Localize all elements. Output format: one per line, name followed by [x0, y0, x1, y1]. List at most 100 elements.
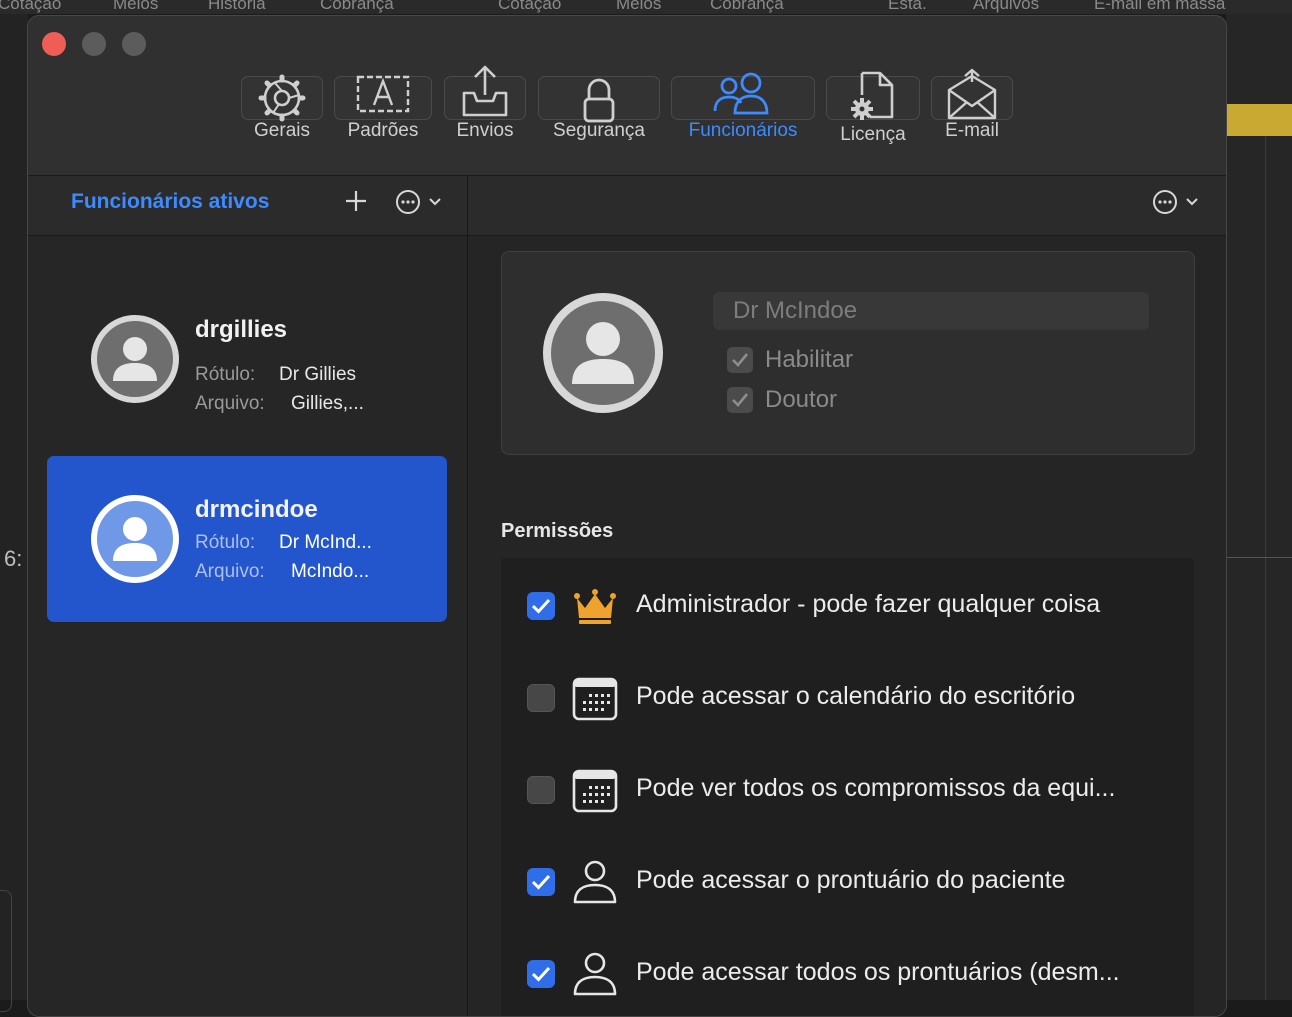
tab-label: Envios: [456, 120, 514, 141]
tab-gerais[interactable]: Gerais: [241, 74, 323, 142]
doctor-label: Doutor: [765, 386, 838, 413]
tab-label: Funcionários: [688, 120, 798, 141]
background-tab: Cotação: [0, 0, 62, 13]
checkmark-icon: [732, 353, 749, 367]
background-tab: Arquivos: [973, 0, 1040, 13]
permission-checkbox[interactable]: [527, 868, 555, 896]
background-highlight: [1226, 104, 1292, 136]
permission-label: Pode acessar todos os prontuários (desm.…: [636, 958, 1120, 986]
background-tab: Cobrança: [710, 0, 784, 13]
employee-row-drgillies[interactable]: drgillies Rótulo: Dr Gillies Arquivo: Gi…: [47, 276, 447, 442]
enable-checkbox-row[interactable]: Habilitar: [727, 346, 853, 374]
enable-label: Habilitar: [765, 346, 854, 373]
sidebar-title: Funcionários ativos: [71, 190, 270, 213]
background-tab: Cotação: [498, 0, 562, 13]
employee-label-value: Dr McInd...: [279, 532, 372, 553]
background-divider: [1226, 557, 1292, 558]
permission-label: Pode ver todos os compromissos da equi..…: [636, 774, 1116, 802]
permission-label: Pode acessar o prontuário do paciente: [636, 866, 1066, 894]
employee-username: drgillies: [195, 316, 288, 343]
permission-row[interactable]: Pode ver todos os compromissos da equi..…: [501, 742, 1194, 834]
employee-label-caption: Rótulo:: [195, 532, 256, 553]
permission-checkbox[interactable]: [527, 684, 555, 712]
crown-icon: [574, 589, 616, 624]
tab-label: E-mail: [945, 120, 999, 141]
tab-label: Padrões: [347, 120, 419, 141]
permission-label: Administrador - pode fazer qualquer cois…: [636, 590, 1101, 618]
background-tab: Cobrança: [320, 0, 394, 13]
background-tab-bar: Cotação Meios História Cobrança Cotação …: [0, 0, 1292, 14]
envelope-icon: [947, 68, 997, 120]
employee-file-caption: Arquivo:: [195, 393, 265, 414]
text-template-icon: [356, 75, 410, 113]
checkmark-icon: [531, 598, 551, 614]
permission-checkbox[interactable]: [527, 960, 555, 988]
minimize-window-button[interactable]: [82, 32, 106, 56]
permissions-list: Administrador - pode fazer qualquer cois…: [501, 558, 1194, 1016]
tab-seguranca[interactable]: Segurança: [538, 76, 660, 142]
background-divider: [1265, 136, 1266, 1000]
license-document-icon: [851, 71, 894, 120]
background-control: [0, 890, 12, 1012]
sidebar-more-menu-button[interactable]: [395, 189, 445, 217]
background-panel: [0, 14, 28, 1000]
permission-checkbox[interactable]: [527, 776, 555, 804]
employee-profile-card: Habilitar Doutor: [501, 251, 1195, 455]
avatar-icon: [91, 495, 179, 583]
people-icon: [713, 72, 769, 115]
permission-row[interactable]: Pode acessar o calendário do escritório: [501, 650, 1194, 742]
upload-tray-icon: [462, 65, 508, 117]
preferences-window: Gerais Padrões Envios Segurança Funcioná…: [27, 15, 1227, 1017]
avatar-icon: [91, 315, 179, 403]
background-tab: Meios: [616, 0, 662, 13]
background-panel: [1226, 14, 1292, 1000]
tab-label: Segurança: [553, 120, 645, 141]
employee-file-value: Gillies,...: [291, 393, 364, 414]
permission-row[interactable]: Administrador - pode fazer qualquer cois…: [501, 558, 1194, 650]
doctor-checkbox[interactable]: [727, 387, 753, 413]
employee-username: drmcindoe: [195, 496, 318, 523]
tab-email[interactable]: E-mail: [931, 68, 1013, 142]
zoom-window-button[interactable]: [122, 32, 146, 56]
detail-header: [468, 176, 1226, 236]
tab-label: Licença: [840, 124, 906, 145]
permission-label: Pode acessar o calendário do escritório: [636, 682, 1076, 710]
employee-file-value: McIndo...: [291, 561, 370, 582]
person-icon: [573, 860, 617, 904]
doctor-checkbox-row[interactable]: Doutor: [727, 386, 837, 414]
gear-icon: [258, 74, 306, 122]
checkmark-icon: [531, 874, 551, 890]
sidebar-header: Funcionários ativos: [28, 176, 467, 236]
background-tab: E-mail em massa: [1094, 0, 1226, 13]
calendar-icon: [572, 677, 618, 721]
tab-padroes[interactable]: Padrões: [334, 75, 432, 142]
tab-licenca[interactable]: Licença: [826, 71, 920, 146]
background-tab: Meios: [113, 0, 159, 13]
permission-checkbox[interactable]: [527, 592, 555, 620]
permissions-title: Permissões: [501, 520, 614, 542]
checkmark-icon: [531, 966, 551, 982]
enable-checkbox[interactable]: [727, 347, 753, 373]
employee-sidebar: Funcionários ativos drgillies Rótulo: Dr…: [28, 176, 468, 1016]
tab-envios[interactable]: Envios: [444, 65, 526, 142]
background-text: 6:: [4, 546, 23, 571]
background-tab: História: [208, 0, 266, 13]
employee-name-field[interactable]: [713, 292, 1149, 330]
permission-row[interactable]: Pode acessar todos os prontuários (desm.…: [501, 926, 1194, 1016]
toolbar: Gerais Padrões Envios Segurança Funcioná…: [28, 16, 1226, 176]
calendar-icon: [572, 769, 618, 813]
checkmark-icon: [732, 393, 749, 407]
avatar-icon[interactable]: [542, 292, 664, 414]
employee-detail-pane: Habilitar Doutor Permissões: [468, 176, 1226, 1016]
employee-row-drmcindoe[interactable]: drmcindoe Rótulo: Dr McInd... Arquivo: M…: [47, 456, 447, 622]
person-icon: [573, 952, 617, 996]
add-employee-button[interactable]: [345, 190, 367, 212]
employee-label-caption: Rótulo:: [195, 364, 256, 385]
permission-row[interactable]: Pode acessar o prontuário do paciente: [501, 834, 1194, 926]
tab-label: Gerais: [254, 120, 310, 141]
detail-more-menu-button[interactable]: [1152, 189, 1202, 217]
background-tab: Esta.: [888, 0, 927, 13]
employee-file-caption: Arquivo:: [195, 561, 265, 582]
tab-funcionarios[interactable]: Funcionários: [671, 72, 815, 142]
close-window-button[interactable]: [42, 32, 66, 56]
